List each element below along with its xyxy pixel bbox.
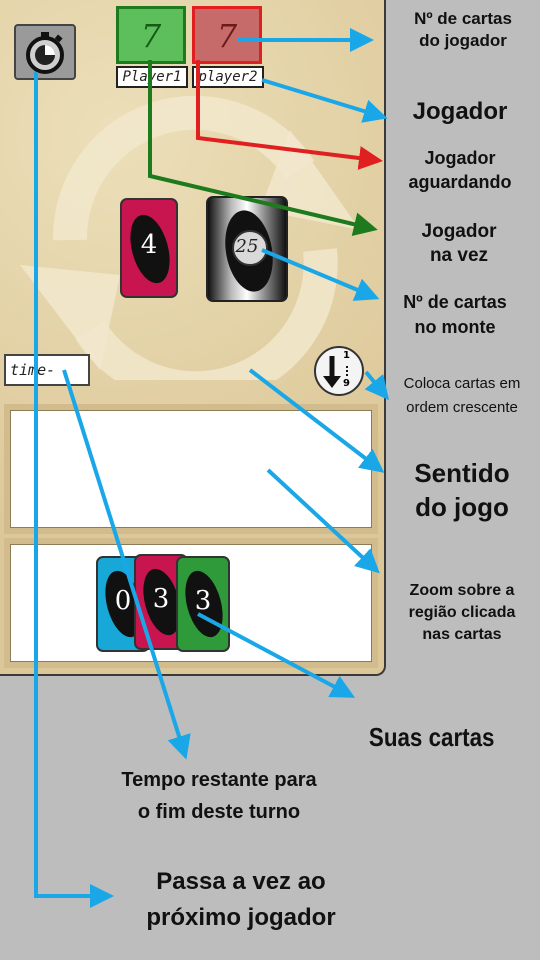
label-sort: Coloca cartas em ordem crescente <box>403 375 521 416</box>
label-direction: Sentido do jogo <box>414 458 510 522</box>
label-zoom: Zoom sobre a região clicada nas cartas <box>408 582 516 643</box>
label-current-player: Jogador na vez <box>421 221 497 266</box>
label-waiting-player: Jogador aguardando <box>408 148 512 192</box>
label-player: Jogador <box>412 98 508 125</box>
label-pass-turn: Passa a vez ao próximo jogador <box>146 868 336 931</box>
label-time-left: Tempo restante para o fim deste turno <box>121 769 317 823</box>
label-player-cards: Nº de cartas do jogador <box>414 9 512 50</box>
label-deck: Nº de cartas no monte <box>403 292 507 337</box>
label-your-cards: Suas cartas <box>368 722 495 752</box>
